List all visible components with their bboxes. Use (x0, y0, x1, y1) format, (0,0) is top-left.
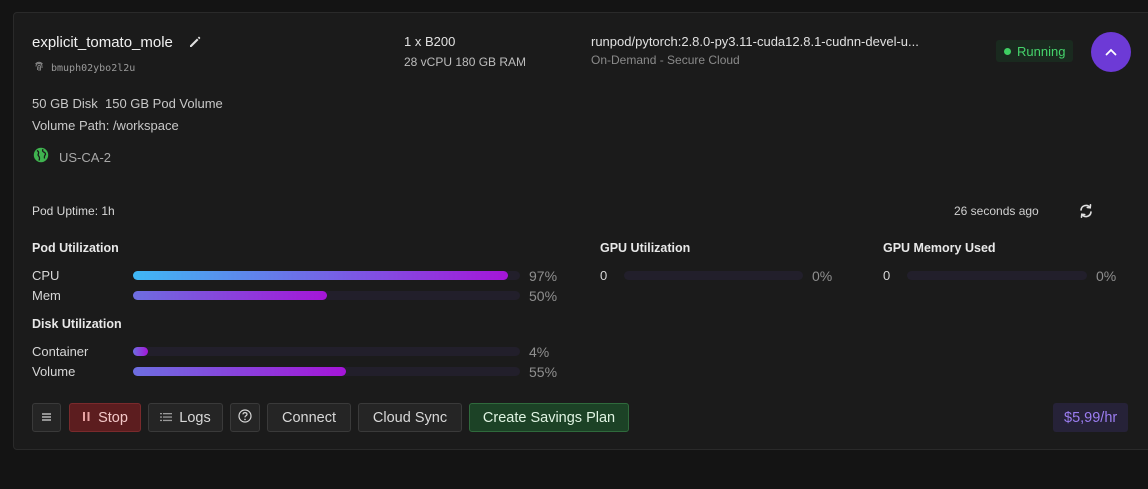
mem-percent: 50% (529, 288, 558, 304)
volume-bar-fill (133, 367, 346, 376)
pod-card: explicit_tomato_mole bmuph02ybo2l2u 1 x … (13, 12, 1148, 450)
cloud-type: On-Demand - Secure Cloud (591, 53, 740, 67)
cpu-bar (133, 271, 520, 280)
container-image: runpod/pytorch:2.8.0-py3.11-cuda12.8.1-c… (591, 34, 919, 49)
globe-icon (33, 147, 49, 168)
help-icon (238, 408, 252, 427)
last-updated: 26 seconds ago (954, 204, 1039, 218)
container-bar (133, 347, 520, 356)
create-savings-plan-button[interactable]: Create Savings Plan (469, 403, 629, 432)
region-row: US-CA-2 (33, 147, 111, 168)
storage-info: 50 GB Disk 150 GB Pod Volume (32, 96, 223, 111)
status-badge: Running (996, 40, 1074, 62)
status-dot-icon (1004, 47, 1011, 55)
gpu-mem-index-label: 0 (883, 268, 891, 283)
fingerprint-icon (33, 59, 45, 77)
gpu-index-label: 0 (600, 268, 608, 283)
region-label: US-CA-2 (59, 150, 112, 165)
help-button[interactable] (230, 403, 260, 432)
gpu-utilization-title: GPU Utilization (600, 241, 691, 255)
refresh-icon[interactable] (1078, 203, 1094, 219)
mem-bar-fill (133, 291, 327, 300)
cpu-bar-fill (133, 271, 509, 280)
pod-volume-size: 150 GB Pod Volume (104, 96, 223, 111)
gpu-mem-bar (907, 271, 1087, 280)
cpu-label: CPU (32, 268, 60, 283)
pod-id[interactable]: bmuph02ybo2l2u (51, 63, 135, 74)
cpu-percent: 97% (529, 268, 558, 284)
volume-percent: 55% (529, 364, 558, 380)
status-label: Running (1017, 43, 1066, 59)
menu-icon (41, 410, 52, 426)
stop-button[interactable]: Stop (69, 403, 141, 432)
connect-button[interactable]: Connect (267, 403, 351, 432)
hourly-price: $5,99/hr (1053, 403, 1129, 432)
container-label: Container (32, 344, 89, 359)
mem-label: Mem (32, 288, 61, 303)
stop-label: Stop (98, 409, 128, 426)
gpu-util-bar (624, 271, 803, 280)
gpu-mem-percent: 0% (1096, 268, 1117, 284)
container-percent: 4% (529, 344, 550, 360)
pod-uptime: Pod Uptime: 1h (32, 204, 115, 218)
gpu-memory-title: GPU Memory Used (883, 241, 996, 255)
logs-button[interactable]: Logs (148, 403, 223, 432)
cloud-sync-button[interactable]: Cloud Sync (358, 403, 462, 432)
pod-name: explicit_tomato_mole (32, 34, 173, 51)
mem-bar (133, 291, 520, 300)
volume-bar (133, 367, 520, 376)
chevron-up-icon (1105, 43, 1117, 61)
disk-size: 50 GB Disk (32, 96, 98, 111)
gpu-util-percent: 0% (812, 268, 833, 284)
logs-label: Logs (179, 409, 211, 426)
volume-label: Volume (32, 364, 76, 379)
container-bar-fill (133, 347, 149, 356)
menu-button[interactable] (32, 403, 61, 432)
pod-id-row: bmuph02ybo2l2u (33, 59, 135, 77)
list-icon (160, 410, 173, 426)
gpu-config: 1 x B200 (404, 34, 456, 49)
pause-icon (82, 410, 91, 426)
volume-path: Volume Path: /workspace (32, 118, 179, 133)
disk-utilization-title: Disk Utilization (32, 317, 122, 331)
pencil-icon[interactable] (188, 35, 202, 49)
pod-utilization-title: Pod Utilization (32, 241, 119, 255)
cpu-ram-specs: 28 vCPU 180 GB RAM (404, 55, 527, 69)
collapse-button[interactable] (1091, 32, 1131, 72)
